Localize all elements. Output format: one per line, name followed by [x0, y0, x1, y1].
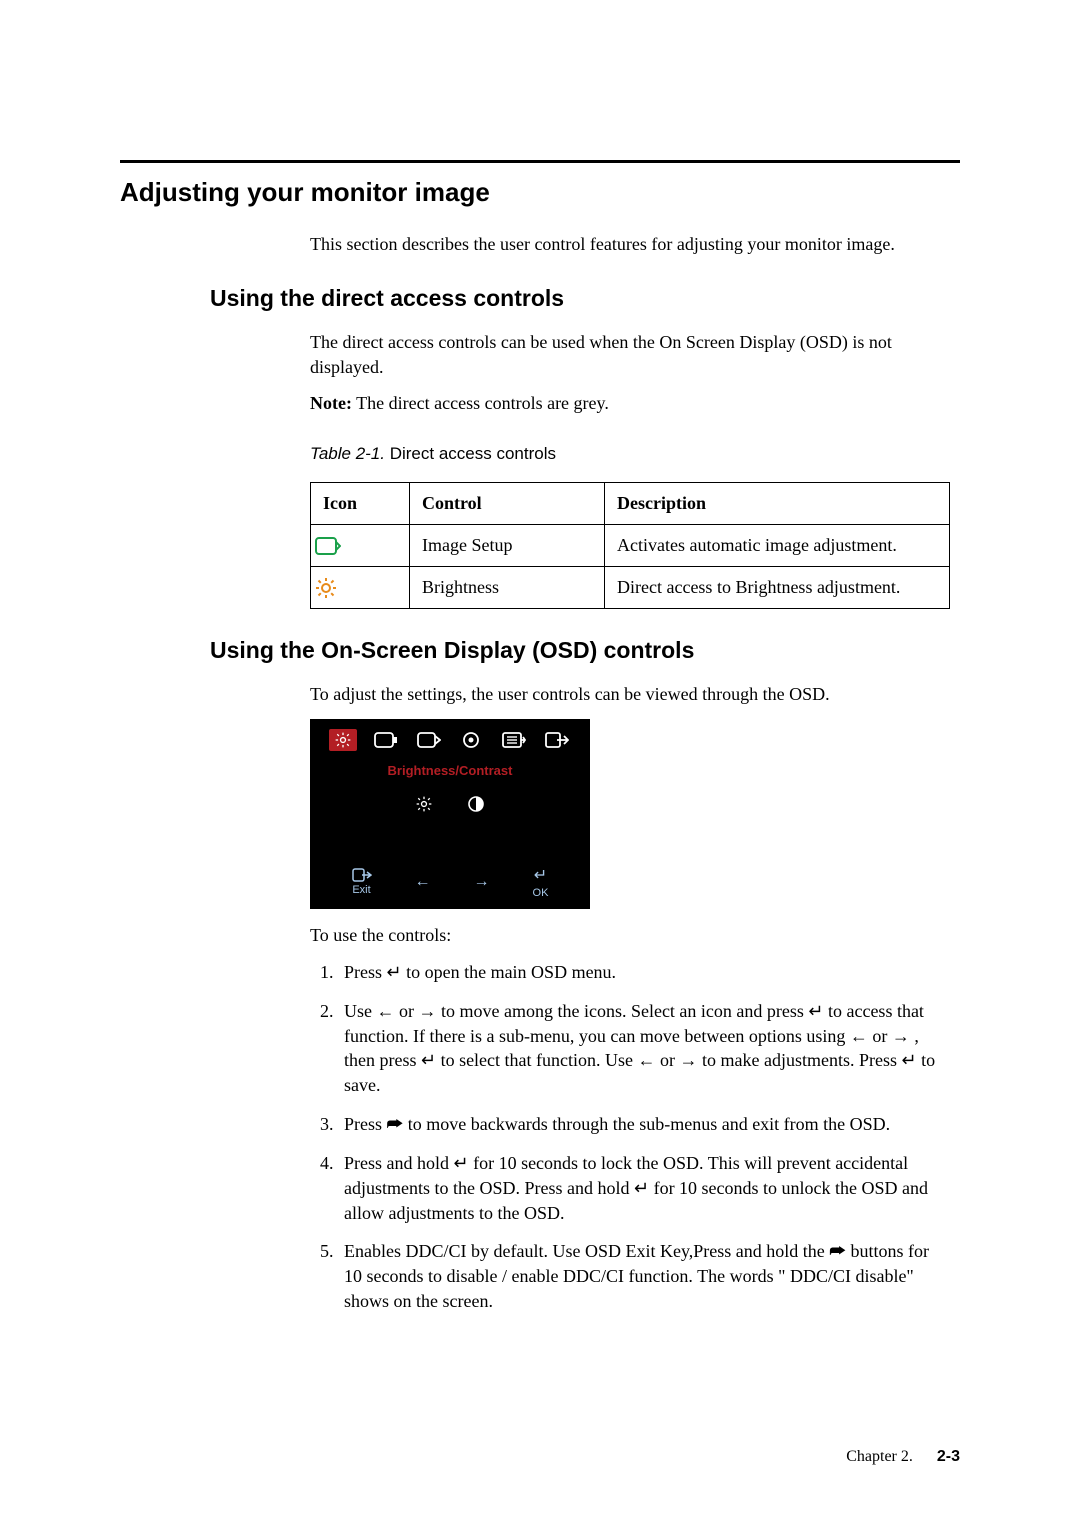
cell-control: Brightness — [410, 567, 605, 609]
heading-direct-access: Using the direct access controls — [210, 285, 960, 312]
image-setup-icon — [311, 525, 410, 567]
intro-text: This section describes the user control … — [310, 232, 950, 257]
step-2: Use ← or → to move among the icons. Sele… — [338, 999, 950, 1098]
table-caption: Table 2-1. Direct access controls — [310, 444, 950, 464]
osd-nav-exit: Exit — [352, 868, 372, 896]
table-title: Direct access controls — [385, 444, 556, 463]
note: Note: The direct access controls are gre… — [310, 391, 950, 416]
osd-menu-label: Brightness/Contrast — [310, 763, 590, 778]
osd-position-icon — [372, 729, 400, 751]
page-footer: Chapter 2. 2-3 — [846, 1448, 960, 1466]
th-icon: Icon — [311, 483, 410, 525]
osd-properties-icon — [457, 729, 485, 751]
brightness-icon — [311, 567, 410, 609]
note-label: Note: — [310, 393, 352, 413]
step-3: Press ⮫ to move backwards through the su… — [338, 1112, 950, 1137]
direct-access-table: Icon Control Description Image Setup Act… — [310, 482, 950, 609]
heading-adjusting: Adjusting your monitor image — [120, 177, 960, 208]
table-row: Brightness Direct access to Brightness a… — [311, 567, 950, 609]
osd-sub-brightness-icon — [415, 795, 433, 813]
cell-control: Image Setup — [410, 525, 605, 567]
table-number: Table 2-1. — [310, 444, 385, 463]
table-row: Image Setup Activates automatic image ad… — [311, 525, 950, 567]
osd-screenshot: Brightness/Contrast Exit ← → ↵ OK — [310, 719, 590, 909]
osd-exit-icon — [543, 729, 571, 751]
use-controls-intro: To use the controls: — [310, 923, 950, 948]
table-header-row: Icon Control Description — [311, 483, 950, 525]
step-1: Press ↵ to open the main OSD menu. — [338, 960, 950, 985]
page-number: 2-3 — [937, 1448, 960, 1465]
th-description: Description — [605, 483, 950, 525]
osd-nav-right: → — [474, 873, 490, 891]
osd-options-icon — [500, 729, 528, 751]
osd-sub-contrast-icon — [467, 795, 485, 813]
cell-desc: Activates automatic image adjustment. — [605, 525, 950, 567]
step-4: Press and hold ↵ for 10 seconds to lock … — [338, 1151, 950, 1225]
th-control: Control — [410, 483, 605, 525]
osd-nav-left: ← — [415, 873, 431, 891]
heading-osd-controls: Using the On-Screen Display (OSD) contro… — [210, 637, 960, 664]
cell-desc: Direct access to Brightness adjustment. — [605, 567, 950, 609]
osd-nav-ok: ↵ OK — [533, 865, 549, 899]
direct-access-desc: The direct access controls can be used w… — [310, 330, 950, 380]
osd-brightness-icon — [329, 729, 357, 751]
step-5: Enables DDC/CI by default. Use OSD Exit … — [338, 1239, 950, 1313]
osd-intro: To adjust the settings, the user control… — [310, 682, 950, 707]
steps-list: Press ↵ to open the main OSD menu. Use ←… — [310, 960, 950, 1314]
note-text: The direct access controls are grey. — [352, 393, 609, 413]
osd-image-setup-icon — [415, 729, 443, 751]
chapter-label: Chapter 2. — [846, 1448, 913, 1465]
